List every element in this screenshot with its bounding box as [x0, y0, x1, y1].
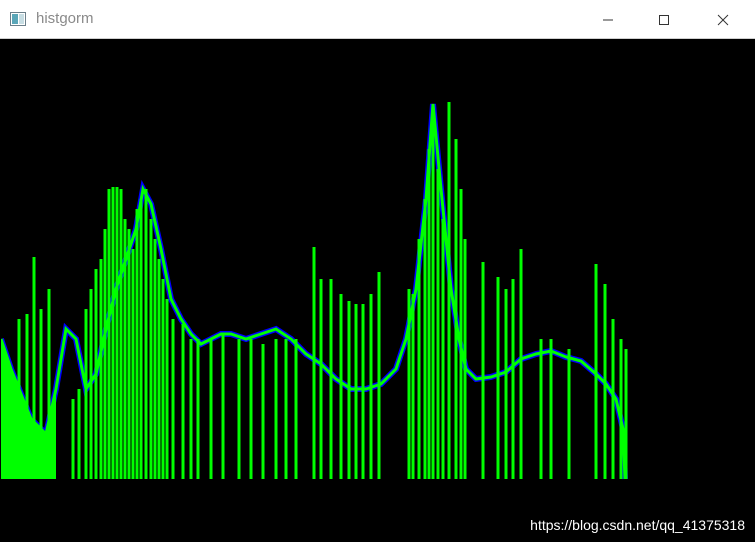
watermark-text: https://blog.csdn.net/qq_41375318 — [530, 517, 745, 533]
histogram-plot — [1, 102, 628, 480]
minimize-icon — [603, 19, 613, 20]
title-bar[interactable]: histgorm — [0, 0, 755, 39]
app-window: histgorm https://blog.csdn.net/qq_413753… — [0, 0, 755, 542]
histogram-canvas — [1, 39, 754, 541]
window-title: histgorm — [36, 10, 94, 27]
app-window-icon — [10, 12, 26, 26]
close-button[interactable] — [700, 0, 746, 39]
maximize-button[interactable] — [641, 0, 687, 39]
close-icon — [717, 14, 729, 25]
maximize-icon — [659, 14, 669, 25]
minimize-button[interactable] — [585, 0, 631, 39]
